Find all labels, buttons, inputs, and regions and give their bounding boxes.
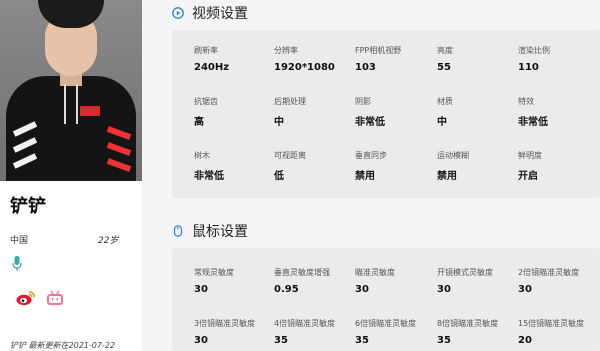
social-links bbox=[16, 290, 64, 306]
video-setting-label: 渲染比例 bbox=[518, 46, 550, 55]
video-setting-item: 可视距离低 bbox=[274, 150, 354, 182]
mouse-setting-value: 30 bbox=[437, 284, 451, 295]
mouse-setting-value: 35 bbox=[355, 335, 369, 346]
mouse-setting-item: 3倍镜瞄准灵敏度 30 bbox=[194, 318, 274, 346]
video-setting-label: 分辨率 bbox=[274, 46, 298, 55]
player-name: 铲铲 bbox=[10, 196, 46, 217]
mouse-settings-panel: 常规灵敏度 30 垂直灵敏度增强 0.95 瞄准灵敏度 30 开镜模式灵敏度 30 2倍镜瞄准灵… bbox=[172, 248, 600, 351]
mouse-setting-value: 30 bbox=[518, 284, 532, 295]
mouse-setting-value: 30 bbox=[194, 284, 208, 295]
video-setting-item: 渲染比例 110 bbox=[518, 45, 598, 73]
mouse-settings-title: 鼠标设置 bbox=[192, 224, 248, 240]
video-setting-item: 运动模糊 禁用 bbox=[437, 150, 517, 182]
video-setting-label: 阴影 bbox=[355, 97, 371, 106]
mouse-setting-item: 6倍镜瞄准灵敏度 35 bbox=[355, 318, 435, 346]
video-setting-value: 高 bbox=[194, 117, 204, 128]
mouse-setting-label: 4倍镜瞄准灵敏度 bbox=[274, 319, 336, 328]
mouse-setting-label: 3倍镜瞄准灵敏度 bbox=[194, 319, 256, 328]
video-setting-label: 材质 bbox=[437, 97, 453, 106]
video-setting-value: 开启 bbox=[518, 171, 538, 182]
video-setting-item: 特效 非常低 bbox=[518, 96, 598, 128]
video-setting-label: 刷新率 bbox=[194, 46, 218, 55]
video-setting-label: 垂直同步 bbox=[355, 151, 387, 160]
video-setting-value: 240Hz bbox=[194, 62, 230, 73]
video-settings-panel: 刷新率 240Hz 分辨率 1920*1080 FPP相机视野 103 亮度 55 渲染比例 11… bbox=[172, 30, 600, 198]
video-setting-item: 阴影 非常低 bbox=[355, 96, 435, 128]
video-setting-item: 鲜明度 开启 bbox=[518, 150, 598, 182]
video-setting-item: 材质中 bbox=[437, 96, 517, 128]
video-setting-label: 可视距离 bbox=[274, 151, 306, 160]
video-setting-value: 非常低 bbox=[194, 171, 224, 182]
video-setting-value: 禁用 bbox=[355, 171, 375, 182]
mouse-setting-item: 8倍镜瞄准灵敏度 35 bbox=[437, 318, 517, 346]
weibo-icon[interactable] bbox=[16, 290, 36, 306]
video-settings-title: 视频设置 bbox=[192, 6, 248, 22]
video-setting-label: 运动模糊 bbox=[437, 151, 469, 160]
video-setting-value: 55 bbox=[437, 62, 451, 73]
mouse-setting-label: 8倍镜瞄准灵敏度 bbox=[437, 319, 499, 328]
video-setting-value: 禁用 bbox=[437, 171, 457, 182]
mouse-setting-item: 瞄准灵敏度 30 bbox=[355, 267, 435, 295]
mouse-setting-label: 常规灵敏度 bbox=[194, 268, 234, 277]
mouse-setting-label: 15倍镜瞄准灵敏度 bbox=[518, 319, 585, 328]
video-setting-value: 1920*1080 bbox=[274, 62, 335, 73]
mouse-setting-item: 常规灵敏度 30 bbox=[194, 267, 274, 295]
mouse-setting-item: 2倍镜瞄准灵敏度 30 bbox=[518, 267, 598, 295]
video-setting-label: 鲜明度 bbox=[518, 151, 542, 160]
mouse-setting-value: 35 bbox=[437, 335, 451, 346]
video-setting-value: 非常低 bbox=[518, 117, 548, 128]
video-setting-item: FPP相机视野 103 bbox=[355, 45, 435, 73]
mouse-setting-value: 30 bbox=[194, 335, 208, 346]
mouse-setting-item: 15倍镜瞄准灵敏度 20 bbox=[518, 318, 598, 346]
video-setting-label: 亮度 bbox=[437, 46, 453, 55]
video-settings-header: 视频设置 bbox=[172, 3, 248, 23]
video-setting-item: 亮度 55 bbox=[437, 45, 517, 73]
mouse-setting-label: 开镜模式灵敏度 bbox=[437, 268, 493, 277]
bilibili-icon[interactable] bbox=[46, 290, 64, 306]
mouse-setting-item: 垂直灵敏度增强 0.95 bbox=[274, 267, 354, 295]
video-setting-item: 垂直同步 禁用 bbox=[355, 150, 435, 182]
video-setting-label: 后期处理 bbox=[274, 97, 306, 106]
play-circle-icon bbox=[172, 7, 184, 19]
player-region: 中国 bbox=[10, 236, 29, 246]
mouse-setting-label: 6倍镜瞄准灵敏度 bbox=[355, 319, 417, 328]
mouse-settings-header: 鼠标设置 bbox=[172, 221, 248, 241]
mouse-setting-value: 30 bbox=[355, 284, 369, 295]
mouse-setting-label: 垂直灵敏度增强 bbox=[274, 268, 330, 277]
player-photo bbox=[0, 0, 142, 181]
video-setting-label: 特效 bbox=[518, 97, 534, 106]
mouse-setting-value: 35 bbox=[274, 335, 288, 346]
video-setting-value: 低 bbox=[274, 171, 284, 182]
video-setting-label: 抗锯齿 bbox=[194, 97, 218, 106]
mouse-icon bbox=[173, 225, 183, 237]
mouse-setting-item: 开镜模式灵敏度 30 bbox=[437, 267, 517, 295]
video-setting-label: 树木 bbox=[194, 151, 210, 160]
video-setting-value: 110 bbox=[518, 62, 539, 73]
last-updated: 铲铲 最新更新在2021-07-22 bbox=[10, 341, 116, 350]
mouse-setting-label: 2倍镜瞄准灵敏度 bbox=[518, 268, 580, 277]
video-setting-label: FPP相机视野 bbox=[355, 46, 402, 55]
video-setting-item: 后期处理中 bbox=[274, 96, 354, 128]
mouse-setting-item: 4倍镜瞄准灵敏度 35 bbox=[274, 318, 354, 346]
video-setting-item: 刷新率 240Hz bbox=[194, 45, 274, 73]
mouse-setting-value: 0.95 bbox=[274, 284, 299, 295]
video-setting-value: 103 bbox=[355, 62, 376, 73]
microphone-icon bbox=[12, 256, 22, 271]
video-setting-value: 中 bbox=[437, 117, 447, 128]
video-setting-value: 非常低 bbox=[355, 117, 385, 128]
video-setting-item: 分辨率 1920*1080 bbox=[274, 45, 354, 73]
player-profile-card: 铲铲 中国 22岁 铲铲 最新更新在2021-07-22 bbox=[0, 0, 142, 351]
video-setting-item: 抗锯齿高 bbox=[194, 96, 274, 128]
mouse-setting-value: 20 bbox=[518, 335, 532, 346]
player-age: 22岁 bbox=[98, 236, 119, 246]
video-setting-value: 中 bbox=[274, 117, 284, 128]
mouse-setting-label: 瞄准灵敏度 bbox=[355, 268, 395, 277]
video-setting-item: 树木 非常低 bbox=[194, 150, 274, 182]
